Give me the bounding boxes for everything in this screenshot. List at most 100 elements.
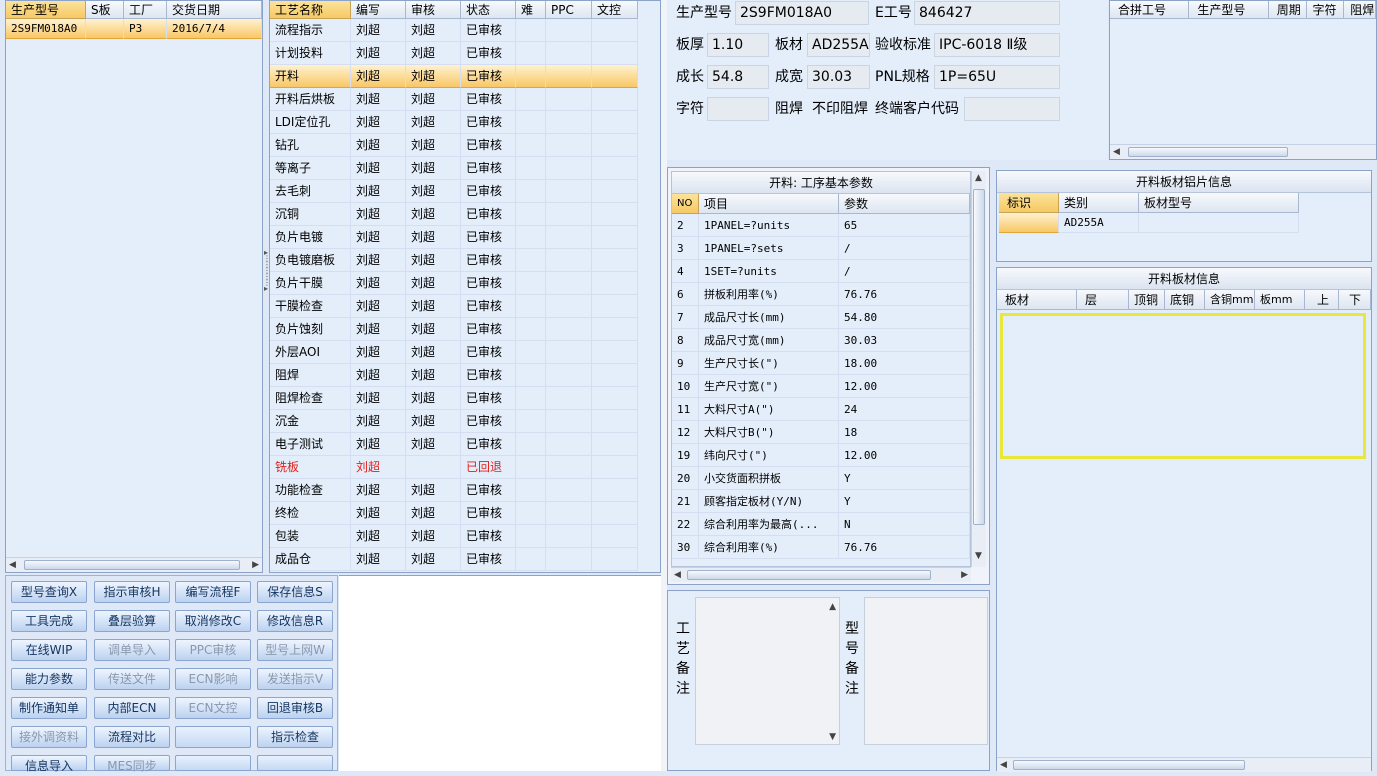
process-row[interactable]: 终检 刘超 刘超 已审核 xyxy=(270,502,660,525)
action-button[interactable]: 发送指示V xyxy=(257,668,333,690)
process-row[interactable]: 沉铜 刘超 刘超 已审核 xyxy=(270,203,660,226)
scroll-down-icon[interactable]: ▼ xyxy=(975,551,982,561)
process-row[interactable]: 计划投料 刘超 刘超 已审核 xyxy=(270,42,660,65)
col-header-ppc[interactable]: PPC xyxy=(546,1,592,19)
col-header-factory[interactable]: 工厂 xyxy=(124,1,167,19)
action-button[interactable]: 工具完成 xyxy=(11,610,87,632)
material-field[interactable]: AD255A xyxy=(807,33,870,57)
action-button[interactable]: 能力参数 xyxy=(11,668,87,690)
col-header-s-board[interactable]: S板 xyxy=(86,1,124,19)
standard-field[interactable]: IPC-6018 Ⅱ级 xyxy=(934,33,1060,57)
splitter-handle[interactable]: ▸ ⋮ ⋮ ⋮ ⋮ ⋮ ▸ xyxy=(263,249,271,310)
col-header-top-cu[interactable]: 顶铜 xyxy=(1129,290,1165,310)
col-header-model[interactable]: 生产型号 xyxy=(6,1,86,19)
col-header-cu-mm[interactable]: 含铜mm xyxy=(1205,290,1255,310)
col-header-combine-model[interactable]: 生产型号 xyxy=(1189,1,1269,19)
action-button[interactable]: 型号上网W xyxy=(257,639,333,661)
col-header-combine-no[interactable]: 合拼工号 xyxy=(1110,1,1190,19)
col-header-board-mm[interactable]: 板mm xyxy=(1255,290,1305,310)
param-row[interactable]: 4 1SET=?units / xyxy=(672,260,970,283)
process-row[interactable]: 流程指示 刘超 刘超 已审核 xyxy=(270,19,660,42)
action-button[interactable]: 修改信息R xyxy=(257,610,333,632)
process-row[interactable]: 阻焊检查 刘超 刘超 已审核 xyxy=(270,387,660,410)
col-header-no[interactable]: NO xyxy=(672,194,699,214)
param-row[interactable]: 7 成品尺寸长(mm) 54.80 xyxy=(672,306,970,329)
action-button[interactable]: 制作通知单 xyxy=(11,697,87,719)
action-button[interactable] xyxy=(175,755,251,771)
process-row[interactable]: 阻焊 刘超 刘超 已审核 xyxy=(270,364,660,387)
action-button[interactable]: 取消修改C xyxy=(175,610,251,632)
param-row[interactable]: 8 成品尺寸宽(mm) 30.03 xyxy=(672,329,970,352)
param-row[interactable]: 20 小交货面积拼板 Y xyxy=(672,467,970,490)
action-button[interactable]: 编写流程F xyxy=(175,581,251,603)
length-field[interactable]: 54.8 xyxy=(707,65,769,89)
process-row[interactable]: 开料后烘板 刘超 刘超 已审核 xyxy=(270,88,660,111)
col-header-writer[interactable]: 编写 xyxy=(351,1,406,19)
action-button[interactable]: PPC审核 xyxy=(175,639,251,661)
action-button[interactable]: ECN影响 xyxy=(175,668,251,690)
sheet-hscroll[interactable]: ◀ xyxy=(997,757,1371,772)
process-row[interactable]: 开料 刘超 刘超 已审核 xyxy=(270,65,660,88)
col-header-difficulty[interactable]: 难 xyxy=(516,1,546,19)
scroll-down-icon[interactable]: ▼ xyxy=(829,732,836,742)
param-row[interactable]: 3 1PANEL=?sets / xyxy=(672,237,970,260)
params-vscroll[interactable]: ▲ ▼ xyxy=(971,171,986,567)
action-button[interactable]: ECN文控 xyxy=(175,697,251,719)
process-row[interactable]: 等离子 刘超 刘超 已审核 xyxy=(270,157,660,180)
process-row[interactable]: 包装 刘超 刘超 已审核 xyxy=(270,525,660,548)
col-header-layer[interactable]: 层 xyxy=(1077,290,1129,310)
action-button[interactable]: 流程对比 xyxy=(94,726,170,748)
col-header-process[interactable]: 工艺名称 xyxy=(270,1,351,19)
col-header-mark[interactable]: 标识 xyxy=(999,193,1059,213)
param-row[interactable]: 10 生产尺寸宽(") 12.00 xyxy=(672,375,970,398)
model-note-textarea[interactable] xyxy=(864,597,988,745)
scroll-left-icon[interactable]: ◀ xyxy=(9,560,16,570)
action-button[interactable] xyxy=(257,755,333,771)
process-row[interactable]: 成品仓 刘超 刘超 已审核 xyxy=(270,548,660,571)
process-row[interactable]: 负片电镀 刘超 刘超 已审核 xyxy=(270,226,660,249)
col-header-board-type[interactable]: 板材型号 xyxy=(1139,193,1299,213)
char-field[interactable] xyxy=(707,97,769,121)
action-button[interactable]: 保存信息S xyxy=(257,581,333,603)
action-button[interactable]: MES同步 xyxy=(94,755,170,773)
action-button[interactable]: 信息导入 xyxy=(11,755,87,773)
action-button[interactable]: 指示检查 xyxy=(257,726,333,748)
action-button[interactable]: 指示审核H xyxy=(94,581,170,603)
scroll-left-icon[interactable]: ◀ xyxy=(1113,147,1120,157)
mask-field[interactable]: 不印阻焊 xyxy=(807,97,870,121)
process-row[interactable]: 负片蚀刻 刘超 刘超 已审核 xyxy=(270,318,660,341)
scroll-right-icon[interactable]: ▶ xyxy=(252,560,259,570)
process-row[interactable]: 去毛刺 刘超 刘超 已审核 xyxy=(270,180,660,203)
col-header-down[interactable]: 下 xyxy=(1339,290,1371,310)
thickness-field[interactable]: 1.10 xyxy=(707,33,769,57)
model-field[interactable]: 2S9FM018A0 xyxy=(735,1,869,25)
params-hscroll[interactable]: ◀ ▶ xyxy=(671,567,971,582)
eno-field[interactable]: 846427 xyxy=(914,1,1060,25)
action-button[interactable]: 叠层验算 xyxy=(94,610,170,632)
process-row[interactable]: 沉金 刘超 刘超 已审核 xyxy=(270,410,660,433)
customer-code-field[interactable] xyxy=(964,97,1060,121)
action-button[interactable]: 传送文件 xyxy=(94,668,170,690)
process-row[interactable]: 负电镀磨板 刘超 刘超 已审核 xyxy=(270,249,660,272)
process-row[interactable]: 干膜检查 刘超 刘超 已审核 xyxy=(270,295,660,318)
col-header-doc-control[interactable]: 文控 xyxy=(592,1,638,19)
scroll-left-icon[interactable]: ◀ xyxy=(674,570,681,580)
scroll-up-icon[interactable]: ▲ xyxy=(829,602,836,612)
process-row[interactable]: LDI定位孔 刘超 刘超 已审核 xyxy=(270,111,660,134)
col-header-delivery[interactable]: 交货日期 xyxy=(167,1,262,19)
action-button[interactable]: 调单导入 xyxy=(94,639,170,661)
scroll-right-icon[interactable]: ▶ xyxy=(961,570,968,580)
param-row[interactable]: 9 生产尺寸长(") 18.00 xyxy=(672,352,970,375)
action-button[interactable] xyxy=(175,726,251,748)
foil-row[interactable]: AD255A xyxy=(999,213,1371,233)
col-header-status[interactable]: 状态 xyxy=(461,1,516,19)
col-header-bottom-cu[interactable]: 底铜 xyxy=(1165,290,1205,310)
process-row[interactable]: 钻孔 刘超 刘超 已审核 xyxy=(270,134,660,157)
process-note-textarea[interactable]: ▲ ▼ xyxy=(695,597,840,745)
process-row[interactable]: 功能检查 刘超 刘超 已审核 xyxy=(270,479,660,502)
col-header-cycle[interactable]: 周期 xyxy=(1268,1,1307,19)
param-row[interactable]: 21 顾客指定板材(Y/N) Y xyxy=(672,490,970,513)
param-row[interactable]: 11 大料尺寸A(") 24 xyxy=(672,398,970,421)
process-row[interactable]: 外层AOI 刘超 刘超 已审核 xyxy=(270,341,660,364)
param-row[interactable]: 12 大料尺寸B(") 18 xyxy=(672,421,970,444)
